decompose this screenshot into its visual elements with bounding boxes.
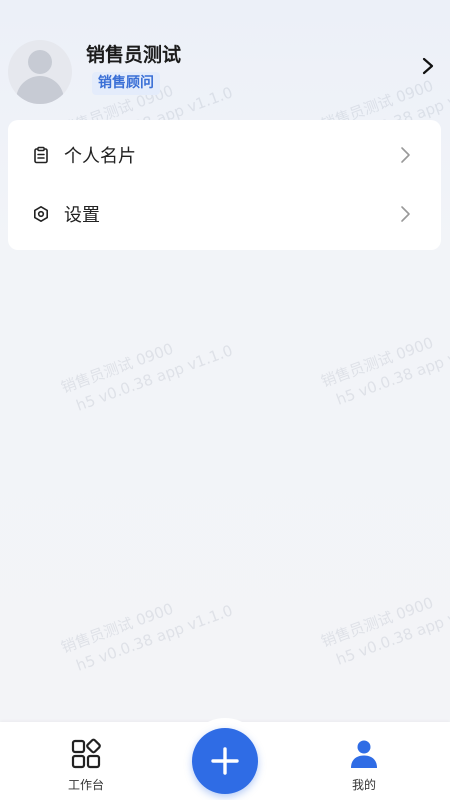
avatar[interactable] (8, 40, 72, 104)
menu-item-settings[interactable]: 设置 (8, 184, 441, 244)
tab-mine[interactable]: 我的 (314, 722, 414, 800)
menu-card: 个人名片 设置 (8, 120, 441, 250)
role-badge: 销售顾问 (92, 72, 160, 95)
user-name: 销售员测试 (86, 44, 182, 66)
avatar-head-shape (28, 50, 52, 74)
tab-label: 工作台 (67, 778, 104, 792)
user-icon (351, 740, 377, 768)
avatar-body-shape (16, 76, 64, 104)
chevron-right-icon[interactable] (418, 56, 438, 76)
chevron-right-icon (401, 147, 410, 163)
clipboard-icon (34, 146, 48, 164)
chevron-right-icon (401, 206, 410, 222)
plus-icon (211, 747, 239, 775)
menu-item-label: 个人名片 (64, 146, 136, 167)
menu-item-label: 设置 (64, 205, 100, 226)
grid-apps-icon (71, 738, 101, 769)
add-button[interactable] (192, 728, 258, 794)
menu-item-business-card[interactable]: 个人名片 (8, 125, 441, 185)
profile-header[interactable]: 销售员测试 销售顾问 (0, 0, 450, 112)
tab-label: 我的 (351, 778, 376, 792)
settings-hexagon-icon (34, 206, 48, 222)
tab-workbench[interactable]: 工作台 (36, 722, 136, 800)
